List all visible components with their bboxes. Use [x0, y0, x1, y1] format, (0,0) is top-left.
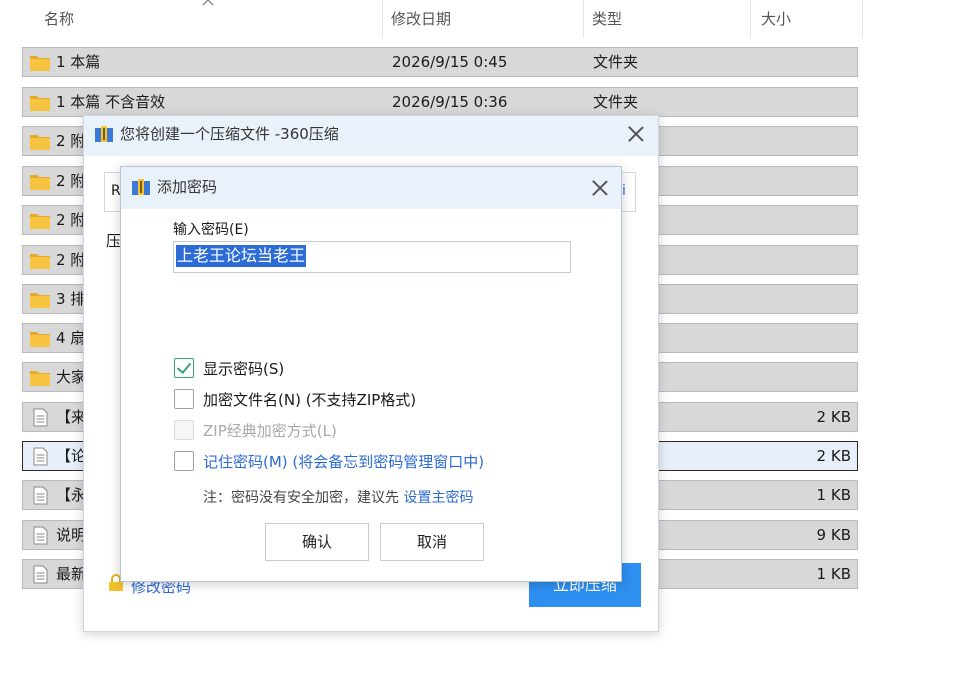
browse-icon[interactable]: i [622, 183, 626, 199]
file-name: 3 排 [56, 290, 86, 308]
add-password-titlebar[interactable]: 添加密码 [121, 167, 621, 209]
file-name: 2 附 [56, 251, 86, 269]
column-divider[interactable] [750, 0, 751, 38]
file-name: 大家 [56, 368, 87, 386]
file-row[interactable]: 1 本篇 不含音效 2026/9/15 0:36 文件夹 [22, 87, 858, 117]
file-name: 【永 [56, 486, 87, 504]
file-size: 1 KB [816, 565, 851, 583]
security-note-text: 注：密码没有安全加密，建议先 [203, 490, 404, 506]
close-icon[interactable] [590, 178, 610, 198]
file-type: 文件夹 [593, 93, 639, 111]
zip-classic-encryption-checkbox [174, 420, 194, 440]
compress-option-label: 压 [106, 232, 122, 250]
sort-ascending-icon [202, 0, 214, 6]
security-note: 注：密码没有安全加密，建议先 设置主密码 [203, 487, 473, 507]
add-password-dialog: 添加密码 输入密码(E) 上老王论坛当老王 显示密码(S) 加密文件名(N) (… [120, 166, 622, 582]
folder-icon [30, 96, 50, 111]
encrypt-filenames-checkbox[interactable] [174, 389, 194, 409]
encrypt-filenames-label[interactable]: 加密文件名(N) (不支持ZIP格式) [203, 390, 416, 410]
column-header-date[interactable]: 修改日期 [391, 0, 451, 38]
file-size: 2 KB [816, 408, 851, 426]
file-name: 【论 [56, 447, 87, 465]
zip-classic-encryption-label: ZIP经典加密方式(L) [203, 422, 337, 440]
file-name: 1 本篇 [56, 53, 101, 71]
text-file-icon [33, 447, 48, 466]
text-file-icon [33, 526, 48, 545]
column-header-type[interactable]: 类型 [592, 0, 622, 38]
show-password-checkbox[interactable] [174, 358, 194, 378]
file-size: 2 KB [816, 447, 851, 465]
file-name: 4 扇 [56, 329, 86, 347]
column-header-name[interactable]: 名称 [44, 0, 74, 38]
file-name: 2 附 [56, 172, 86, 190]
folder-icon [30, 56, 50, 71]
file-name: 【来 [56, 408, 87, 426]
folder-icon [30, 214, 50, 229]
folder-icon [30, 332, 50, 347]
file-row[interactable]: 1 本篇 2026/9/15 0:45 文件夹 [22, 47, 858, 77]
add-password-title: 添加密码 [157, 178, 218, 196]
file-name: 最新 [56, 565, 87, 583]
column-divider[interactable] [583, 0, 584, 38]
file-name: 1 本篇 不含音效 [56, 93, 166, 111]
compress-dialog-title: 您将创建一个压缩文件 -360压缩 [120, 125, 339, 143]
set-master-password-link[interactable]: 设置主密码 [403, 490, 473, 506]
folder-icon [30, 254, 50, 269]
file-name: 2 附 [56, 211, 86, 229]
folder-icon [30, 135, 50, 150]
archive-app-icon [95, 126, 113, 142]
text-file-icon [33, 565, 48, 584]
folder-icon [30, 371, 50, 386]
password-input-label: 输入密码(E) [173, 222, 249, 238]
compress-dialog-titlebar[interactable]: 您将创建一个压缩文件 -360压缩 [84, 116, 658, 156]
file-name: 说明 [56, 526, 87, 544]
column-header-size[interactable]: 大小 [761, 0, 791, 38]
file-size: 9 KB [816, 526, 851, 544]
show-password-label[interactable]: 显示密码(S) [203, 359, 284, 379]
file-date: 2026/9/15 0:36 [392, 93, 508, 111]
password-value: 上老王论坛当老王 [176, 245, 307, 267]
cancel-button[interactable]: 取消 [380, 523, 484, 561]
file-date: 2026/9/15 0:45 [392, 53, 508, 71]
confirm-button[interactable]: 确认 [265, 523, 369, 561]
close-icon[interactable] [626, 124, 646, 144]
column-divider[interactable] [862, 0, 863, 38]
text-file-icon [33, 486, 48, 505]
remember-password-checkbox[interactable] [174, 451, 194, 471]
file-name: 2 附 [56, 132, 86, 150]
file-type: 文件夹 [593, 53, 639, 71]
password-input[interactable]: 上老王论坛当老王 [173, 241, 571, 273]
remember-password-label[interactable]: 记住密码(M) (将会备忘到密码管理窗口中) [203, 452, 484, 472]
archive-app-icon [132, 179, 150, 195]
text-file-icon [33, 408, 48, 427]
folder-icon [30, 175, 50, 190]
folder-icon [30, 293, 50, 308]
file-size: 1 KB [816, 486, 851, 504]
column-divider[interactable] [382, 0, 383, 38]
